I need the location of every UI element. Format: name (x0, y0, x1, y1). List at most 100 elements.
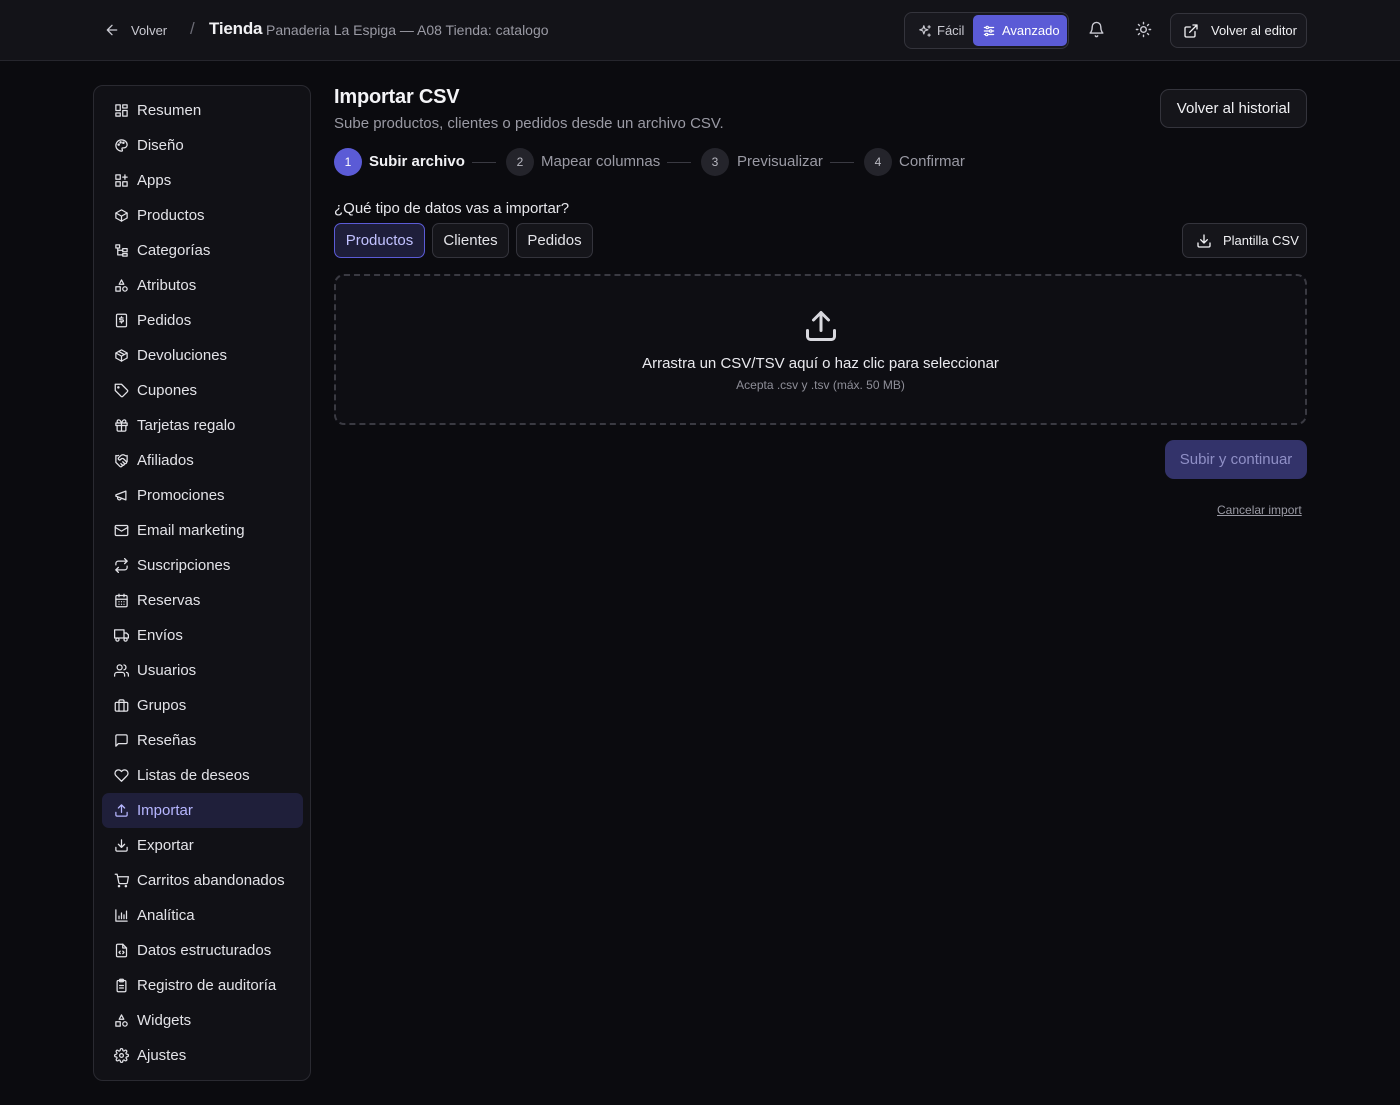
download-icon (1197, 233, 1211, 248)
sidebar-item-label: Datos estructurados (137, 942, 272, 959)
sidebar-item-registro-de-auditoria[interactable]: Registro de auditoría (102, 968, 303, 1003)
csv-template-button[interactable]: Plantilla CSV (1182, 223, 1307, 258)
sidebar-item-importar[interactable]: Importar (102, 793, 303, 828)
step-label: Confirmar (899, 153, 965, 170)
sidebar-item-carritos-abandonados[interactable]: Carritos abandonados (102, 863, 303, 898)
sidebar-item-label: Resumen (137, 102, 202, 119)
palette-icon (115, 139, 128, 152)
back-label: Volver (131, 22, 168, 38)
sidebar-item-label: Promociones (137, 487, 225, 504)
sidebar-item-resumen[interactable]: Resumen (102, 93, 303, 128)
sidebar-item-label: Importar (137, 802, 193, 819)
upload-continue-button[interactable]: Subir y continuar (1165, 440, 1307, 479)
sidebar-item-datos-estructurados[interactable]: Datos estructurados (102, 933, 303, 968)
file-code-icon (115, 943, 128, 958)
sidebar-item-label: Afiliados (137, 452, 194, 469)
briefcase-icon (114, 699, 129, 712)
sidebar-item-exportar[interactable]: Exportar (102, 828, 303, 863)
back-to-history-button[interactable]: Volver al historial (1160, 89, 1307, 128)
type-productos-button[interactable]: Productos (334, 223, 425, 258)
sidebar-item-tarjetas-regalo[interactable]: Tarjetas regalo (102, 408, 303, 443)
sidebar-item-diseno[interactable]: Diseño (102, 128, 303, 163)
step-label: Previsualizar (737, 153, 823, 170)
package-return-icon (115, 349, 128, 362)
back-button[interactable]: Volver (104, 19, 167, 41)
theme-toggle-button[interactable] (1131, 17, 1155, 41)
sidebar-nav: Resumen Diseño Apps Productos Categorías Atri… (93, 85, 311, 1081)
page-title: Tienda (209, 19, 263, 38)
shapes-icon (115, 1014, 128, 1027)
sidebar-item-cupones[interactable]: Cupones (102, 373, 303, 408)
file-dropzone[interactable]: Arrastra un CSV/TSV aquí o haz clic para… (334, 274, 1307, 425)
step-divider (830, 162, 854, 163)
sidebar-item-categorias[interactable]: Categorías (102, 233, 303, 268)
sidebar-item-label: Analítica (137, 907, 195, 924)
store-subtitle: Panaderia La Espiga — A08 Tienda: catalo… (266, 22, 549, 38)
sidebar-item-widgets[interactable]: Widgets (102, 1003, 303, 1038)
dropzone-subtitle: Acepta .csv y .tsv (máx. 50 MB) (736, 378, 905, 392)
cancel-import-link[interactable]: Cancelar import (1217, 503, 1302, 517)
mail-icon (114, 524, 129, 537)
bar-chart-icon (115, 909, 128, 922)
sidebar-item-afiliados[interactable]: Afiliados (102, 443, 303, 478)
megaphone-icon (115, 490, 127, 501)
bell-icon (1088, 21, 1104, 37)
mode-advanced-label: Avanzado (1002, 23, 1060, 38)
mode-advanced-button[interactable]: Avanzado (973, 15, 1067, 46)
sidebar-item-suscripciones[interactable]: Suscripciones (102, 548, 303, 583)
sidebar-item-apps[interactable]: Apps (102, 163, 303, 198)
import-subtitle: Sube productos, clientes o pedidos desde… (334, 115, 724, 132)
sidebar-item-label: Exportar (137, 837, 194, 854)
sidebar-item-email-marketing[interactable]: Email marketing (102, 513, 303, 548)
step-divider (472, 162, 496, 163)
sidebar-item-productos[interactable]: Productos (102, 198, 303, 233)
sliders-icon (983, 25, 995, 36)
apps-icon (115, 174, 128, 187)
mode-easy-button[interactable]: Fácil (912, 16, 972, 45)
sidebar-item-label: Email marketing (137, 522, 245, 539)
cart-icon (114, 873, 129, 888)
sparkles-icon (919, 24, 931, 37)
sidebar-item-pedidos[interactable]: Pedidos (102, 303, 303, 338)
sidebar-item-promociones[interactable]: Promociones (102, 478, 303, 513)
sidebar-item-label: Atributos (137, 277, 197, 294)
type-pedidos-button[interactable]: Pedidos (516, 223, 593, 258)
tree-icon (115, 244, 128, 257)
notifications-button[interactable] (1084, 17, 1108, 41)
tag-icon (114, 383, 129, 398)
type-clientes-button[interactable]: Clientes (432, 223, 509, 258)
sidebar-item-analitica[interactable]: Analítica (102, 898, 303, 933)
step-number: 4 (864, 148, 892, 176)
step-divider (667, 162, 691, 163)
sidebar-item-grupos[interactable]: Grupos (102, 688, 303, 723)
sidebar-item-envios[interactable]: Envíos (102, 618, 303, 653)
import-title: Importar CSV (334, 86, 460, 108)
message-icon (115, 734, 128, 747)
upload-icon (806, 311, 836, 341)
sidebar-item-label: Reservas (137, 592, 201, 609)
back-to-editor-label: Volver al editor (1211, 23, 1297, 38)
sidebar-item-label: Tarjetas regalo (137, 417, 236, 434)
sidebar-item-listas-de-deseos[interactable]: Listas de deseos (102, 758, 303, 793)
sidebar-item-ajustes[interactable]: Ajustes (102, 1038, 303, 1073)
mode-toggle: Fácil Avanzado (904, 12, 1069, 49)
receipt-icon (115, 313, 128, 328)
gift-icon (115, 419, 128, 432)
sidebar-item-reservas[interactable]: Reservas (102, 583, 303, 618)
sidebar-item-label: Diseño (137, 137, 184, 154)
step-number: 1 (334, 148, 362, 176)
sidebar-item-label: Registro de auditoría (137, 977, 277, 994)
top-bar: Volver / Tienda Panaderia La Espiga — A0… (0, 0, 1400, 61)
breadcrumb-separator: / (190, 19, 195, 38)
sidebar-item-usuarios[interactable]: Usuarios (102, 653, 303, 688)
sidebar-item-devoluciones[interactable]: Devoluciones (102, 338, 303, 373)
sidebar-item-label: Suscripciones (137, 557, 231, 574)
back-to-editor-button[interactable]: Volver al editor (1170, 13, 1307, 48)
shapes-icon (115, 279, 128, 292)
external-link-icon (1184, 23, 1198, 38)
download-icon (115, 839, 128, 852)
box-icon (115, 209, 128, 222)
sidebar-item-atributos[interactable]: Atributos (102, 268, 303, 303)
sidebar-item-label: Cupones (137, 382, 198, 399)
sidebar-item-resenas[interactable]: Reseñas (102, 723, 303, 758)
